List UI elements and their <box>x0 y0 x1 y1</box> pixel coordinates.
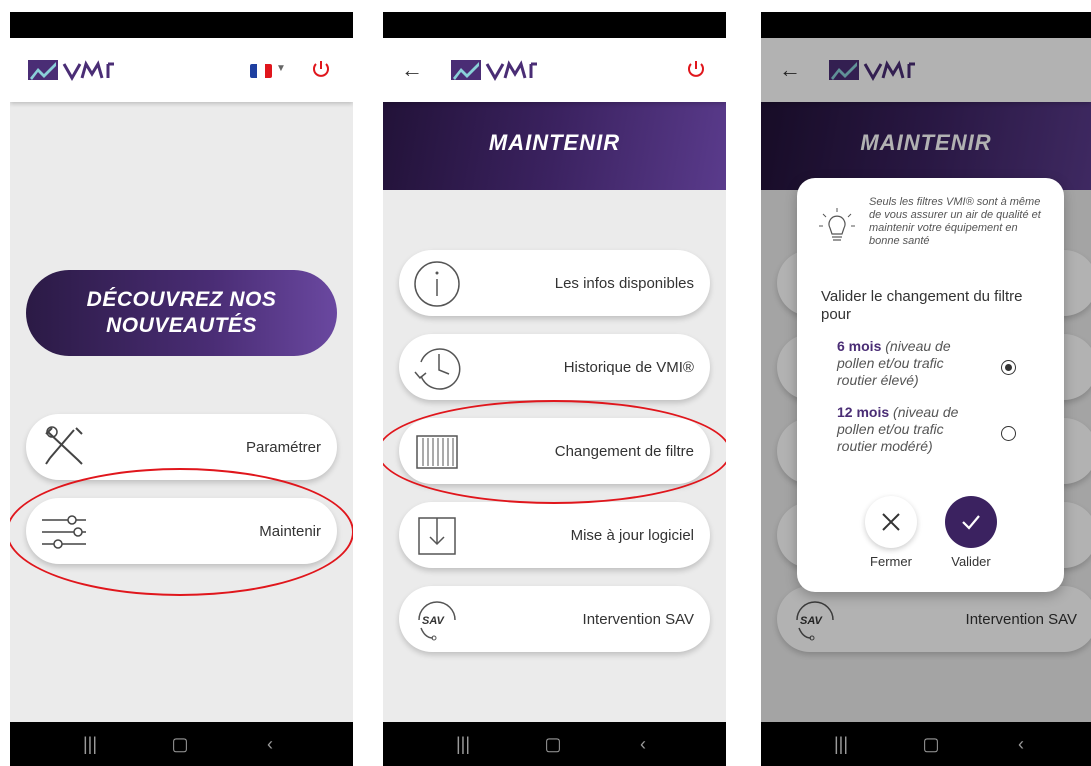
sliders-icon <box>42 515 86 549</box>
section-banner: MAINTENIR <box>383 102 726 190</box>
phone-screen-maintenir: ← MAINTENIR Les infos disponibles Histor… <box>383 12 726 766</box>
menu-item-intervention-sav[interactable]: SAV Intervention SAV <box>399 586 710 652</box>
discover-line-2: NOUVEAUTÉS <box>106 314 257 337</box>
filter-icon <box>416 435 458 469</box>
discover-news-button[interactable]: DÉCOUVREZ NOS NOUVEAUTÉS <box>26 270 337 356</box>
validate-button[interactable] <box>945 496 997 548</box>
menu-label-infos: Les infos disponibles <box>554 274 694 292</box>
language-flag-icon[interactable] <box>250 64 272 78</box>
lightbulb-icon <box>819 208 855 241</box>
app-bar: ▼ <box>10 38 353 102</box>
menu-label-mise-a-jour: Mise à jour logiciel <box>570 526 694 544</box>
sav-headset-icon: SAV <box>418 601 456 641</box>
option-6-months[interactable]: 6 mois (niveau de pollen et/ou trafic ro… <box>837 338 987 389</box>
menu-label-parametrer: Paramétrer <box>245 438 321 456</box>
dialog-question: Valider le changement du filtre pour <box>821 288 1023 323</box>
radio-6-months[interactable] <box>1001 360 1016 375</box>
home-icon[interactable]: ▢ <box>533 734 573 754</box>
radio-12-months[interactable] <box>1001 426 1016 441</box>
close-button[interactable] <box>865 496 917 548</box>
menu-item-historique[interactable]: Historique de VMI® <box>399 334 710 400</box>
dialog-note: Seuls les filtres VMI® sont à même de vo… <box>869 196 1041 247</box>
menu-label-maintenir: Maintenir <box>259 522 321 540</box>
filter-change-dialog: Seuls les filtres VMI® sont à même de vo… <box>797 178 1064 592</box>
tools-icon <box>45 426 83 465</box>
power-icon[interactable] <box>310 58 332 80</box>
phone-screen-filter-dialog: ← MAINTENIR SAV Intervention SAV Seuls l… <box>761 12 1091 766</box>
option-12-months[interactable]: 12 mois (niveau de pollen et/ou trafic r… <box>837 404 987 455</box>
download-icon <box>418 517 456 555</box>
vmi-logo <box>451 60 537 82</box>
info-icon <box>414 261 460 307</box>
option-6-months-title: 6 mois <box>837 338 882 354</box>
home-icon[interactable]: ▢ <box>160 734 200 754</box>
chevron-down-icon[interactable]: ▼ <box>276 63 286 74</box>
option-12-months-title: 12 mois <box>837 404 890 420</box>
discover-line-1: DÉCOUVREZ NOS <box>86 288 277 311</box>
app-bar: ← <box>383 38 726 102</box>
menu-item-maintenir[interactable]: Maintenir <box>26 498 337 564</box>
menu-item-mise-a-jour[interactable]: Mise à jour logiciel <box>399 502 710 568</box>
recent-apps-icon[interactable]: ||| <box>70 734 110 754</box>
phone-screen-home: ▼ DÉCOUVREZ NOS NOUVEAUTÉS Paramétrer Ma… <box>10 12 353 766</box>
recent-apps-icon[interactable]: ||| <box>821 734 861 754</box>
svg-text:SAV: SAV <box>422 615 445 627</box>
android-nav-bar: ||| ▢ ‹ <box>10 722 353 766</box>
back-nav-icon[interactable]: ‹ <box>1001 734 1041 754</box>
close-caption: Fermer <box>870 554 912 569</box>
menu-label-historique: Historique de VMI® <box>563 358 694 376</box>
checkmark-icon <box>962 515 980 530</box>
menu-label-intervention-sav: Intervention SAV <box>582 610 694 628</box>
android-nav-bar: ||| ▢ ‹ <box>383 722 726 766</box>
android-nav-bar: ||| ▢ ‹ <box>761 722 1091 766</box>
back-nav-icon[interactable]: ‹ <box>623 734 663 754</box>
close-icon <box>882 513 900 531</box>
menu-label-changement-filtre: Changement de filtre <box>554 442 694 460</box>
power-icon[interactable] <box>685 58 707 80</box>
menu-item-infos[interactable]: Les infos disponibles <box>399 250 710 316</box>
history-icon <box>414 348 461 390</box>
validate-caption: Valider <box>951 554 991 569</box>
back-nav-icon[interactable]: ‹ <box>250 734 290 754</box>
home-icon[interactable]: ▢ <box>911 734 951 754</box>
status-bar <box>383 12 726 38</box>
banner-title: MAINTENIR <box>488 130 621 155</box>
recent-apps-icon[interactable]: ||| <box>443 734 483 754</box>
menu-item-parametrer[interactable]: Paramétrer <box>26 414 337 480</box>
vmi-logo <box>28 60 114 82</box>
back-arrow-icon[interactable]: ← <box>401 56 423 84</box>
status-bar <box>10 12 353 38</box>
menu-item-changement-filtre[interactable]: Changement de filtre <box>399 418 710 484</box>
